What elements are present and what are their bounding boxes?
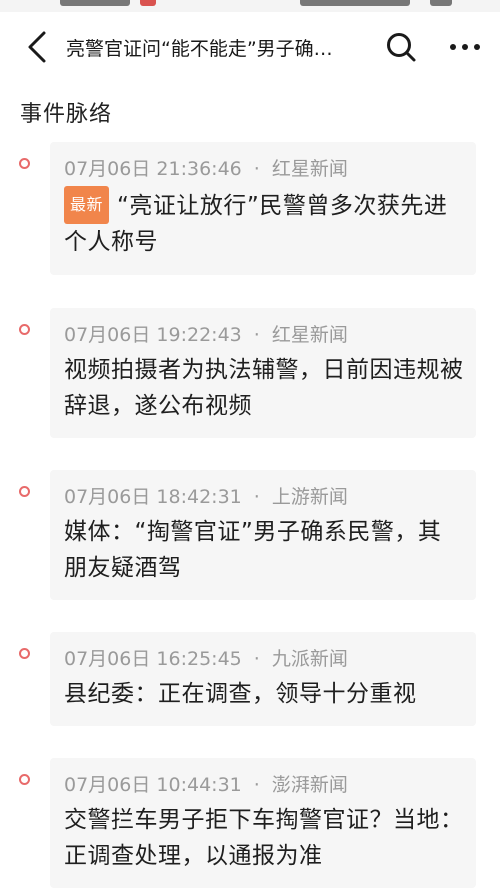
chevron-left-icon [28, 31, 46, 63]
event-meta: 07月06日 16:25:45 · 九派新闻 [64, 644, 464, 674]
event-card[interactable]: 07月06日 21:36:46 · 红星新闻 最新 “亮证让放行”民警曾多次获先进… [50, 142, 476, 275]
status-bar [0, 0, 500, 12]
page-title: 亮警官证问“能不能走”男子确… [66, 37, 333, 60]
event-meta: 07月06日 10:44:31 · 澎湃新闻 [64, 770, 464, 800]
back-button[interactable] [12, 22, 62, 72]
event-headline: 交警拦车男子拒下车掏警官证？当地：正调查处理，以通报为准 [64, 807, 464, 869]
event-headline: 媒体：“掏警官证”男子确系民警，其朋友疑酒驾 [64, 519, 442, 581]
event-date: 07月06日 [64, 158, 151, 180]
event-date: 07月06日 [64, 774, 151, 796]
section-title: 事件脉络 [20, 102, 113, 127]
status-bar-remnant [60, 0, 130, 6]
timeline-dot-icon [19, 648, 30, 659]
event-card[interactable]: 07月06日 19:22:43 · 红星新闻 视频拍摄者为执法辅警，日前因违规被… [50, 308, 476, 438]
meta-separator: · [253, 324, 260, 346]
event-date: 07月06日 [64, 486, 151, 508]
search-icon [387, 33, 416, 62]
latest-badge: 最新 [64, 186, 110, 224]
event-meta: 07月06日 21:36:46 · 红星新闻 [64, 154, 464, 184]
event-card[interactable]: 07月06日 10:44:31 · 澎湃新闻 交警拦车男子拒下车掏警官证？当地：… [50, 758, 476, 888]
status-bar-remnant [300, 0, 410, 6]
event-card[interactable]: 07月06日 18:42:31 · 上游新闻 媒体：“掏警官证”男子确系民警，其… [50, 470, 476, 600]
event-meta: 07月06日 19:22:43 · 红星新闻 [64, 320, 464, 350]
event-time: 16:25:45 [156, 648, 242, 670]
event-time: 21:36:46 [156, 158, 242, 180]
event-headline: 最新 “亮证让放行”民警曾多次获先进个人称号 [64, 186, 464, 260]
event-time: 10:44:31 [156, 774, 242, 796]
top-nav-bar: 亮警官证问“能不能走”男子确… [0, 14, 500, 80]
timeline-dot-icon [19, 324, 30, 335]
timeline-dot-icon [19, 158, 30, 169]
event-card[interactable]: 07月06日 16:25:45 · 九派新闻 县纪委：正在调查，领导十分重视 [50, 632, 476, 726]
meta-separator: · [253, 486, 260, 508]
timeline-dot-icon [19, 774, 30, 785]
meta-separator: · [253, 648, 260, 670]
more-button[interactable] [442, 24, 488, 70]
meta-separator: · [253, 774, 260, 796]
status-bar-remnant [140, 0, 156, 6]
meta-separator: · [253, 158, 260, 180]
timeline-dot-icon [19, 486, 30, 497]
search-button[interactable] [378, 24, 424, 70]
event-meta: 07月06日 18:42:31 · 上游新闻 [64, 482, 464, 512]
event-source: 红星新闻 [271, 158, 348, 180]
event-headline: 视频拍摄者为执法辅警，日前因违规被辞退，遂公布视频 [64, 357, 464, 419]
event-time: 18:42:31 [156, 486, 242, 508]
status-bar-remnant [430, 0, 452, 6]
event-headline-text: “亮证让放行”民警曾多次获先进个人称号 [64, 193, 448, 255]
event-source: 上游新闻 [271, 486, 348, 508]
event-date: 07月06日 [64, 324, 151, 346]
event-source: 九派新闻 [271, 648, 348, 670]
event-time: 19:22:43 [156, 324, 242, 346]
event-headline: 县纪委：正在调查，领导十分重视 [64, 681, 417, 707]
event-source: 澎湃新闻 [271, 774, 348, 796]
event-date: 07月06日 [64, 648, 151, 670]
event-source: 红星新闻 [271, 324, 348, 346]
more-dots-icon [450, 44, 480, 50]
